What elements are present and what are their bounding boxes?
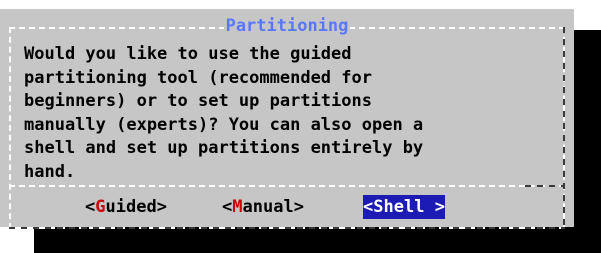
manual-hotkey: M [232, 197, 243, 217]
dialog-title-text: Partitioning [223, 16, 351, 36]
button-divider [9, 185, 565, 187]
guided-hotkey: G [95, 197, 106, 217]
manual-button[interactable]: <Manual> [222, 195, 304, 219]
partitioning-dialog: Partitioning Would you like to use the g… [0, 9, 574, 229]
dialog-title: Partitioning [0, 16, 574, 36]
dialog-message: Would you like to use the guided partiti… [24, 44, 424, 182]
shell-button[interactable]: <Shell > [363, 195, 445, 219]
guided-button[interactable]: <Guided> [85, 195, 167, 219]
shell-hotkey: S [373, 197, 384, 217]
